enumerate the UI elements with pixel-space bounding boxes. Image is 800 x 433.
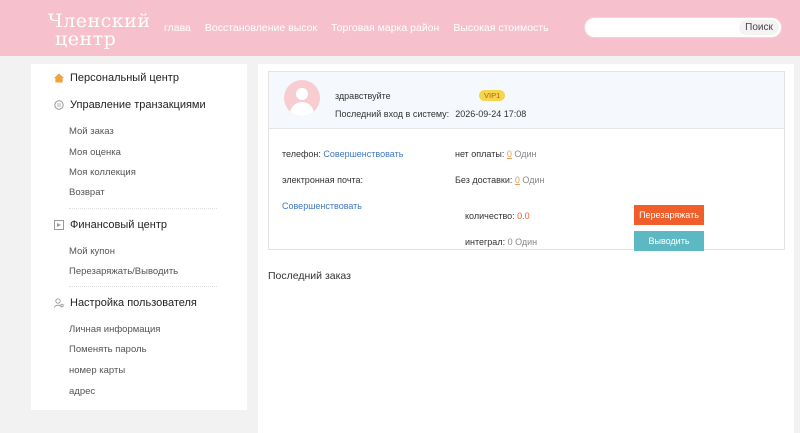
sidebar-divider <box>69 208 217 209</box>
user-settings-icon <box>54 298 64 308</box>
balance-value: 0.0 <box>517 211 530 221</box>
undelivered-label: Без доставки: <box>455 175 513 185</box>
undelivered-count[interactable]: 0 <box>515 175 520 185</box>
user-settings-title: Настройка пользователя <box>70 297 197 309</box>
balance-label: количество: <box>465 211 515 221</box>
sidebar-item-card-number[interactable]: номер карты <box>69 365 125 376</box>
unpaid-unit: Один <box>514 149 537 159</box>
search-button[interactable]: Поиск <box>739 20 779 35</box>
undelivered-row: Без доставки: 0 Один <box>455 175 544 185</box>
sidebar-section-transactions: Управление транзакциями <box>54 99 206 111</box>
account-summary-card: здравствуйте VIP1 Последний вход в систе… <box>268 71 785 251</box>
sidebar-item-my-collection[interactable]: Моя коллекция <box>69 167 136 178</box>
sidebar: Персональный центр Управление транзакция… <box>31 64 247 410</box>
points-row: интеграл: 0 Один <box>465 237 537 247</box>
sidebar-divider <box>69 286 217 287</box>
header: Членский центр глава Восстановление высо… <box>0 0 800 56</box>
phone-complete-link[interactable]: Совершенствовать <box>323 149 403 159</box>
logo-line-2: центр <box>55 28 117 50</box>
unpaid-label: нет оплаты: <box>455 149 505 159</box>
undelivered-unit: Один <box>522 175 545 185</box>
unpaid-count[interactable]: 0 <box>507 149 512 159</box>
sidebar-item-my-reviews[interactable]: Моя оценка <box>69 147 121 158</box>
last-login-label: Последний вход в систему: <box>335 109 450 119</box>
sidebar-item-change-password[interactable]: Поменять пароль <box>69 344 147 355</box>
sidebar-item-my-coupons[interactable]: Мой купон <box>69 246 115 257</box>
email-complete-link[interactable]: Совершенствовать <box>282 201 362 211</box>
profile-header: здравствуйте VIP1 Последний вход в систе… <box>269 72 784 129</box>
last-login-value: 2026-09-24 17:08 <box>455 109 527 119</box>
sidebar-section-user-settings: Настройка пользователя <box>54 297 197 309</box>
avatar-head <box>296 88 308 100</box>
phone-row: телефон: Совершенствовать <box>282 149 403 159</box>
avatar[interactable] <box>284 80 320 116</box>
search-input[interactable] <box>597 21 737 35</box>
sidebar-personal-center[interactable]: Персональный центр <box>54 72 179 84</box>
points-label: интеграл: <box>465 237 506 247</box>
sidebar-section-finance: Финансовый центр <box>54 219 167 231</box>
recent-orders-title: Последний заказ <box>268 270 351 282</box>
recharge-button[interactable]: Перезаряжать <box>634 205 704 225</box>
finance-icon <box>54 220 64 230</box>
avatar-body <box>290 102 314 116</box>
home-icon <box>54 73 64 83</box>
sidebar-item-my-orders[interactable]: Мой заказ <box>69 126 114 137</box>
points-value: 0 Один <box>507 237 538 247</box>
balance-row: количество: 0.0 <box>465 211 530 221</box>
sidebar-item-personal-info[interactable]: Личная информация <box>69 324 160 335</box>
email-label: электронная почта: <box>282 175 364 185</box>
transaction-icon <box>54 100 64 110</box>
top-nav: глава Восстановление высок Торговая марк… <box>164 22 549 34</box>
sidebar-item-address[interactable]: адрес <box>69 386 95 397</box>
greeting-text: здравствуйте <box>335 91 391 101</box>
nav-item-restore[interactable]: Восстановление высок <box>205 22 317 34</box>
sidebar-personal-center-label: Персональный центр <box>70 72 179 84</box>
nav-item-brand-area[interactable]: Торговая марка район <box>331 22 439 34</box>
site-logo[interactable]: Членский центр <box>48 12 151 50</box>
nav-item-home[interactable]: глава <box>164 22 191 34</box>
last-login: Последний вход в систему: 2026-09-24 17:0… <box>335 109 526 119</box>
search-box: Поиск <box>584 17 782 38</box>
transactions-title: Управление транзакциями <box>70 99 206 111</box>
unpaid-row: нет оплаты: 0 Один <box>455 149 536 159</box>
withdraw-button[interactable]: Выводить <box>634 231 704 251</box>
sidebar-item-returns[interactable]: Возврат <box>69 187 105 198</box>
sidebar-item-recharge-withdraw[interactable]: Перезаряжать/Выводить <box>69 266 178 277</box>
nav-item-high-value[interactable]: Высокая стоимость <box>453 22 548 34</box>
finance-title: Финансовый центр <box>70 219 167 231</box>
phone-label: телефон: <box>282 149 321 159</box>
main-content: здравствуйте VIP1 Последний вход в систе… <box>258 64 794 433</box>
vip-badge: VIP1 <box>479 90 506 101</box>
